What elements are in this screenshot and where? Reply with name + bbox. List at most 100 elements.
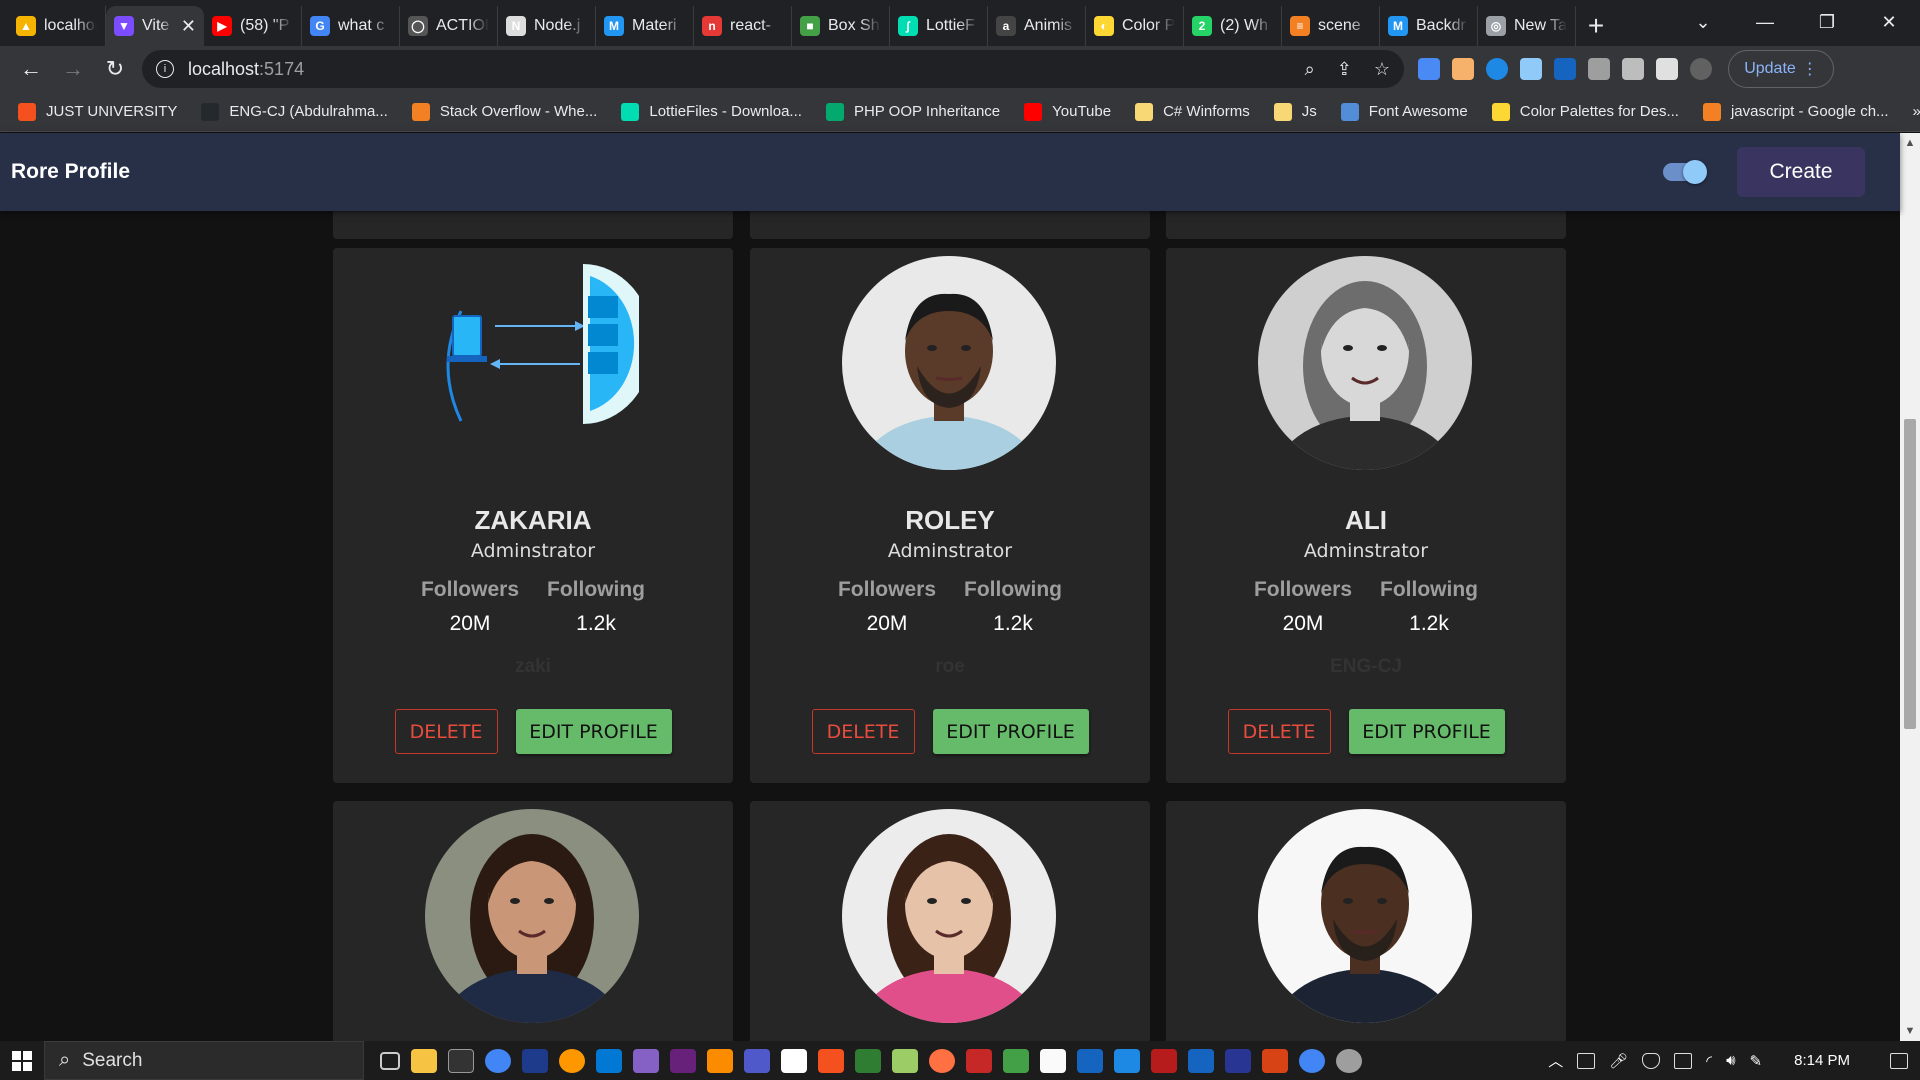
update-button[interactable]: Update ⋮ bbox=[1728, 50, 1834, 88]
keyboard-icon[interactable] bbox=[1577, 1052, 1596, 1069]
word-icon[interactable] bbox=[1188, 1048, 1214, 1073]
side-panel-icon[interactable] bbox=[1656, 58, 1678, 80]
app-icon[interactable] bbox=[707, 1048, 733, 1073]
extension-file-icon[interactable] bbox=[1588, 58, 1610, 80]
site-info-icon[interactable]: i bbox=[156, 60, 174, 78]
bookmark-item[interactable]: javascript - Google ch... bbox=[1702, 102, 1889, 121]
create-button[interactable]: Create bbox=[1737, 147, 1865, 197]
extension-page-icon[interactable] bbox=[1520, 58, 1542, 80]
teams-icon[interactable] bbox=[744, 1048, 770, 1073]
vscode-icon[interactable] bbox=[596, 1048, 622, 1073]
address-bar[interactable]: i localhost:5174 ⌕ ⇪ ☆ bbox=[142, 50, 1404, 88]
visual-studio-icon[interactable] bbox=[633, 1048, 659, 1073]
app-icon[interactable] bbox=[1003, 1048, 1029, 1073]
close-window-button[interactable]: ✕ bbox=[1858, 0, 1920, 44]
extension-ft-icon[interactable] bbox=[1554, 58, 1576, 80]
todo-icon[interactable] bbox=[1114, 1048, 1140, 1073]
browser-tab[interactable]: ∫ LottieF bbox=[890, 6, 988, 46]
bookmark-item[interactable]: Js bbox=[1273, 102, 1317, 121]
bookmark-item[interactable]: YouTube bbox=[1024, 102, 1111, 121]
notion-icon[interactable] bbox=[1040, 1048, 1066, 1073]
tab-search-button[interactable]: ⌄ bbox=[1672, 0, 1734, 44]
browser-tab[interactable]: ▶ (58) "P bbox=[204, 6, 302, 46]
gear-icon[interactable] bbox=[1336, 1048, 1362, 1073]
avatar[interactable] bbox=[1690, 58, 1712, 80]
app-icon[interactable] bbox=[1151, 1048, 1177, 1073]
battery-icon[interactable] bbox=[1674, 1052, 1693, 1069]
minimize-button[interactable]: — bbox=[1734, 0, 1796, 44]
browser-tab[interactable]: ■ Box Sh bbox=[792, 6, 890, 46]
browser-tab[interactable]: 2 (2) Wh bbox=[1184, 6, 1282, 46]
taskbar-search[interactable]: ⌕ Search bbox=[44, 1041, 364, 1080]
browser-tab[interactable]: ◯ ACTION bbox=[400, 6, 498, 46]
restore-button[interactable]: ❐ bbox=[1796, 0, 1858, 44]
browser-tab[interactable]: ▲ localhost bbox=[8, 6, 106, 46]
bookmark-star-icon[interactable]: ☆ bbox=[1374, 59, 1390, 80]
bookmark-item[interactable]: JUST UNIVERSITY bbox=[18, 102, 177, 121]
visual-studio-icon[interactable] bbox=[670, 1048, 696, 1073]
app-icon[interactable] bbox=[855, 1048, 881, 1073]
xampp-icon[interactable] bbox=[818, 1048, 844, 1073]
app-icon[interactable] bbox=[892, 1048, 918, 1073]
wifi-icon[interactable]: ◜ bbox=[1706, 1052, 1712, 1070]
share-icon[interactable]: ⇪ bbox=[1337, 59, 1352, 80]
terminal-icon[interactable] bbox=[448, 1048, 474, 1073]
app-icon[interactable] bbox=[929, 1048, 955, 1073]
app-icon[interactable] bbox=[1077, 1048, 1103, 1073]
edit-profile-button[interactable]: EDIT PROFILE bbox=[515, 709, 672, 754]
zoom-icon[interactable]: ⌕ bbox=[1305, 59, 1315, 80]
scrollbar-thumb[interactable] bbox=[1904, 419, 1916, 729]
browser-tab[interactable]: Gwhat c bbox=[302, 6, 400, 46]
volume-icon[interactable]: 🔊︎ bbox=[1726, 1052, 1735, 1069]
app-icon[interactable] bbox=[1225, 1048, 1251, 1073]
forward-button[interactable]: → bbox=[52, 50, 94, 88]
clock[interactable]: 8:14 PM bbox=[1794, 1052, 1850, 1069]
new-tab-button[interactable]: + bbox=[1576, 6, 1616, 46]
bookmark-item[interactable]: C# Winforms bbox=[1135, 102, 1250, 121]
app-icon[interactable] bbox=[522, 1048, 548, 1073]
start-button[interactable] bbox=[0, 1050, 44, 1071]
close-tab-icon[interactable]: ✕ bbox=[181, 16, 196, 37]
delete-button[interactable]: DELETE bbox=[811, 709, 915, 754]
reload-button[interactable]: ↻ bbox=[94, 50, 136, 88]
browser-tab[interactable]: ▼ Vite ✕ bbox=[106, 6, 204, 46]
browser-tab[interactable]: ◎ New Ta bbox=[1478, 6, 1576, 46]
extension-pen-icon[interactable] bbox=[1452, 58, 1474, 80]
extension-drop-icon[interactable] bbox=[1486, 58, 1508, 80]
extension-docs-icon[interactable] bbox=[1418, 58, 1440, 80]
browser-tab[interactable]: n react- bbox=[694, 6, 792, 46]
browser-tab[interactable]: M Materi bbox=[596, 6, 694, 46]
puzzle-icon[interactable] bbox=[1622, 58, 1644, 80]
chevron-up-icon[interactable]: ︿ bbox=[1548, 1050, 1563, 1071]
chrome-icon[interactable] bbox=[1299, 1048, 1325, 1073]
bookmark-item[interactable]: Font Awesome bbox=[1340, 102, 1468, 121]
task-view-icon[interactable] bbox=[380, 1051, 400, 1070]
delete-button[interactable]: DELETE bbox=[394, 709, 498, 754]
bookmark-item[interactable]: Color Palettes for Des... bbox=[1491, 102, 1679, 121]
shield-icon[interactable] bbox=[1642, 1052, 1661, 1069]
browser-tab[interactable]: M Backdr bbox=[1380, 6, 1478, 46]
dark-mode-toggle[interactable] bbox=[1663, 160, 1707, 184]
bookmark-item[interactable]: PHP OOP Inheritance bbox=[825, 102, 1000, 121]
scroll-up-icon[interactable]: ▲ bbox=[1900, 133, 1920, 153]
bookmark-item[interactable]: ENG-CJ (Abdulrahma... bbox=[201, 102, 388, 121]
bookmarks-overflow-button[interactable]: » bbox=[1913, 103, 1920, 120]
bookmark-item[interactable]: Stack Overflow - Whe... bbox=[411, 102, 597, 121]
file-explorer-icon[interactable] bbox=[411, 1048, 437, 1073]
bookmark-item[interactable]: LottieFiles - Downloa... bbox=[621, 102, 802, 121]
chrome-icon[interactable] bbox=[485, 1048, 511, 1073]
browser-tab[interactable]: ≡ scene bbox=[1282, 6, 1380, 46]
microphone-icon[interactable]: 🎤︎ bbox=[1609, 1052, 1628, 1070]
back-button[interactable]: ← bbox=[10, 50, 52, 88]
notifications-icon[interactable] bbox=[1890, 1052, 1908, 1069]
browser-tab[interactable]: ◐ Color P bbox=[1086, 6, 1184, 46]
browser-tab[interactable]: N Node.j bbox=[498, 6, 596, 46]
app-icon[interactable] bbox=[559, 1048, 585, 1073]
delete-button[interactable]: DELETE bbox=[1227, 709, 1331, 754]
app-icon[interactable] bbox=[966, 1048, 992, 1073]
page-scrollbar[interactable]: ▲ ▼ bbox=[1900, 133, 1920, 1041]
edit-profile-button[interactable]: EDIT PROFILE bbox=[932, 709, 1089, 754]
app-icon[interactable] bbox=[781, 1048, 807, 1073]
scroll-down-icon[interactable]: ▼ bbox=[1900, 1021, 1920, 1041]
edit-profile-button[interactable]: EDIT PROFILE bbox=[1348, 709, 1505, 754]
